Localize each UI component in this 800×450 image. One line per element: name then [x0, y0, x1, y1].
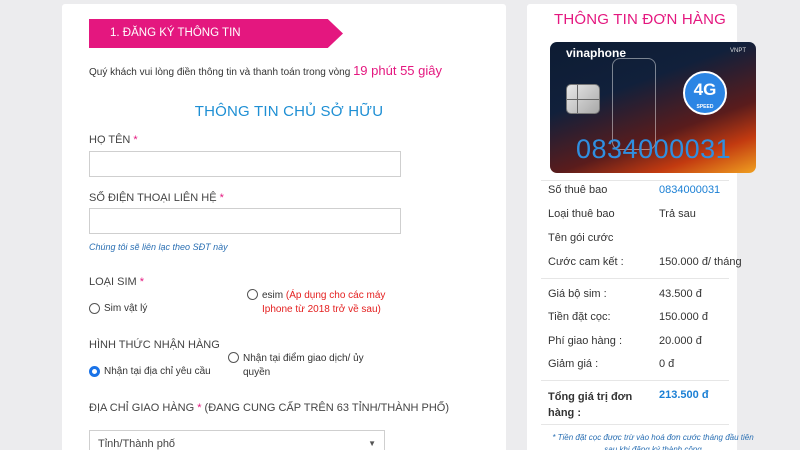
speed-label: SPEED [696, 104, 714, 110]
deposit-footnote: * Tiền đặt cọc được trừ vào hoá đơn cước… [552, 433, 754, 450]
phone-hint: Chúng tôi sẽ liên lạc theo SĐT này [89, 242, 228, 252]
phone-input[interactable] [89, 208, 401, 234]
delivery-method-label: HÌNH THỨC NHẬN HÀNG [89, 339, 220, 351]
sim-type-label: LOẠI SIM * [89, 276, 145, 288]
subscription-type-label: Loại thuê bao [548, 208, 615, 220]
vnpt-logo: VNPT [729, 48, 746, 54]
deposit-label: Tiền đặt cọc: [548, 311, 611, 323]
sim-card-number: 0834000031 [576, 134, 732, 164]
countdown-timer: 19 phút 55 giây [353, 63, 442, 78]
commitment-fee-value: 150.000 đ/ tháng [659, 256, 742, 268]
delivery-store-label[interactable]: Nhận tại điểm giao dịch/ ủy quyền [243, 352, 373, 380]
plan-name-label: Tên gói cước [548, 232, 614, 244]
esim-radio[interactable] [247, 289, 258, 300]
province-select[interactable]: Tỉnh/Thành phố ▼ [89, 430, 385, 450]
address-label: ĐỊA CHỈ GIAO HÀNG * (ĐANG CUNG CẤP TRÊN … [89, 402, 450, 414]
divider [541, 180, 729, 181]
deposit-value: 150.000 đ [659, 311, 708, 323]
shipping-fee-value: 20.000 đ [659, 335, 702, 347]
notice-text: Quý khách vui lòng điền thông tin và tha… [89, 67, 351, 78]
divider [541, 424, 729, 425]
full-name-label: HỌ TÊN * [89, 134, 138, 146]
subscriber-number-value: 0834000031 [659, 184, 721, 196]
chevron-down-icon: ▼ [368, 439, 376, 448]
order-total-value: 213.500 đ [659, 389, 709, 401]
order-title: THÔNG TIN ĐƠN HÀNG [554, 11, 727, 28]
subscriber-number-label: Số thuê bao [548, 184, 608, 196]
required-mark: * [197, 402, 202, 414]
discount-value: 0 đ [659, 358, 675, 370]
payment-notice: Quý khách vui lòng điền thông tin và tha… [89, 63, 442, 78]
owner-section-title: THÔNG TIN CHỦ SỞ HỮU [194, 103, 384, 120]
step-banner: 1. ĐĂNG KÝ THÔNG TIN [89, 19, 343, 48]
delivery-address-radio[interactable] [89, 366, 100, 377]
divider [541, 380, 729, 381]
sim-price-label: Giá bộ sim : [548, 288, 607, 300]
required-mark: * [139, 276, 145, 288]
sim-price-value: 43.500 đ [659, 288, 702, 300]
delivery-store-radio[interactable] [228, 352, 239, 363]
delivery-address-label[interactable]: Nhận tại địa chỉ yêu cầu [104, 365, 211, 379]
discount-label: Giảm giá : [548, 358, 599, 370]
shipping-fee-label: Phí giao hàng : [548, 335, 623, 347]
commitment-fee-label: Cước cam kết : [548, 256, 624, 268]
sim-physical-radio[interactable] [89, 303, 100, 314]
province-selected-value: Tỉnh/Thành phố [98, 438, 176, 450]
required-mark: * [219, 192, 224, 204]
required-mark: * [133, 134, 138, 146]
esim-label[interactable]: esim (Áp dụng cho các máy Iphone từ 2018… [262, 289, 402, 317]
sim-physical-label[interactable]: Sim vật lý [104, 302, 147, 316]
order-total-label: Tổng giá trị đơn hàng : [548, 391, 633, 419]
sim-chip-icon [566, 84, 600, 114]
full-name-input[interactable] [89, 151, 401, 177]
phone-label: SỐ ĐIỆN THOẠI LIÊN HỆ * [89, 192, 224, 204]
sim-card-image: vinaphone VNPT 4G SPEED 0834000031 [550, 42, 756, 173]
subscription-type-value: Trả sau [659, 208, 696, 220]
divider [541, 278, 729, 279]
